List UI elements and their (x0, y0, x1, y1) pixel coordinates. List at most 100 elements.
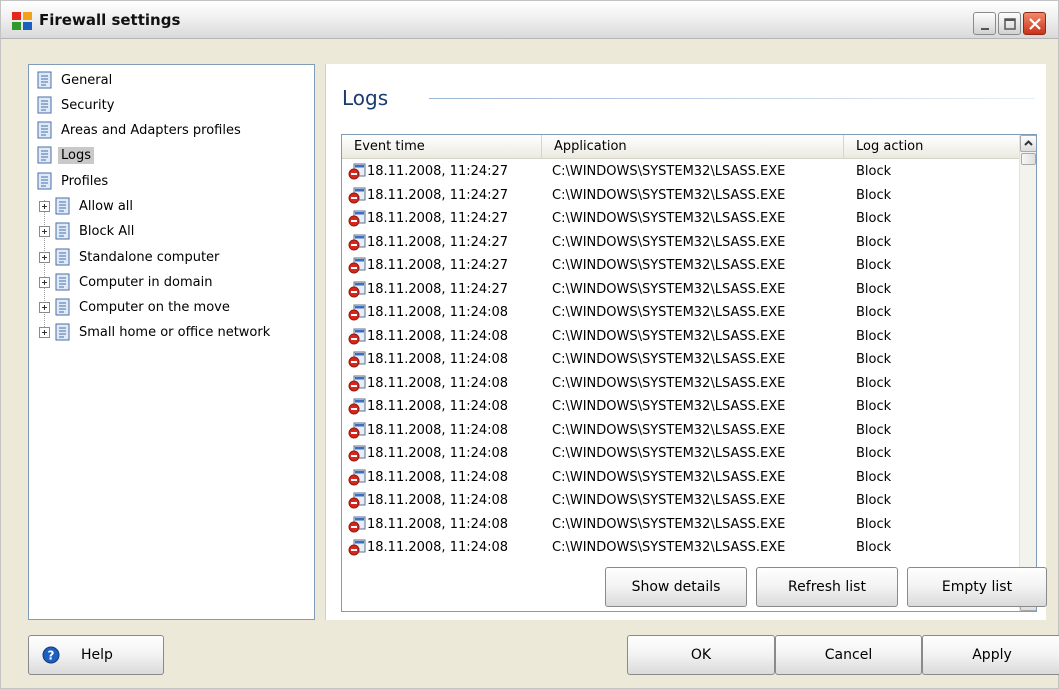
cell-log-action: Block (856, 375, 892, 391)
table-row[interactable]: 18.11.2008, 11:24:08 C:\WINDOWS\SYSTEM32\… (342, 301, 1020, 325)
maximize-button[interactable] (998, 12, 1021, 35)
table-row[interactable]: 18.11.2008, 11:24:27 C:\WINDOWS\SYSTEM32\… (342, 254, 1020, 278)
cell-event-time: 18.11.2008, 11:24:08 (342, 328, 542, 345)
close-button[interactable] (1023, 12, 1046, 35)
event-time-text: 18.11.2008, 11:24:08 (367, 540, 509, 556)
cell-application: C:\WINDOWS\SYSTEM32\LSASS.EXE (552, 493, 786, 509)
scroll-up-button[interactable] (1020, 135, 1036, 152)
cell-log-action: Block (856, 399, 892, 415)
tree-item-domain[interactable]: Computer in domain (39, 271, 212, 293)
help-label: Help (81, 647, 113, 663)
document-icon (37, 71, 52, 89)
cell-application: C:\WINDOWS\SYSTEM32\LSASS.EXE (552, 234, 786, 250)
column-header-application[interactable]: Application (542, 135, 844, 159)
table-row[interactable]: 18.11.2008, 11:24:27 C:\WINDOWS\SYSTEM32\… (342, 278, 1020, 302)
cell-event-time: 18.11.2008, 11:24:27 (342, 281, 542, 298)
cell-application: C:\WINDOWS\SYSTEM32\LSASS.EXE (552, 258, 786, 274)
block-log-icon (348, 351, 366, 368)
expand-icon[interactable] (39, 200, 50, 212)
apply-button[interactable]: Apply (922, 635, 1059, 675)
scroll-thumb[interactable] (1021, 153, 1036, 165)
block-log-icon (348, 163, 366, 180)
document-icon (55, 323, 70, 341)
tree-item-security[interactable]: Security (37, 94, 114, 116)
table-row[interactable]: 18.11.2008, 11:24:08 C:\WINDOWS\SYSTEM32\… (342, 419, 1020, 443)
cell-log-action: Block (856, 493, 892, 509)
tree-item-standalone[interactable]: Standalone computer (39, 246, 219, 268)
block-log-icon (348, 234, 366, 251)
table-row[interactable]: 18.11.2008, 11:24:08 C:\WINDOWS\SYSTEM32\… (342, 325, 1020, 349)
cell-application: C:\WINDOWS\SYSTEM32\LSASS.EXE (552, 540, 786, 556)
table-row[interactable]: 18.11.2008, 11:24:27 C:\WINDOWS\SYSTEM32\… (342, 184, 1020, 208)
event-time-text: 18.11.2008, 11:24:27 (367, 234, 509, 250)
avg-logo-icon (12, 12, 32, 30)
table-row[interactable]: 18.11.2008, 11:24:27 C:\WINDOWS\SYSTEM32\… (342, 207, 1020, 231)
chevron-up-icon (1024, 140, 1033, 146)
tree-item-general[interactable]: General (37, 69, 112, 91)
minimize-button[interactable] (973, 12, 996, 35)
tree-item-small-office[interactable]: Small home or office network (39, 321, 270, 343)
expand-icon[interactable] (39, 301, 50, 313)
tree-item-label: Computer in domain (79, 274, 213, 290)
cell-log-action: Block (856, 281, 892, 297)
table-row[interactable]: 18.11.2008, 11:24:08 C:\WINDOWS\SYSTEM32\… (342, 372, 1020, 396)
cell-log-action: Block (856, 187, 892, 203)
tree-item-areas-adapters[interactable]: Areas and Adapters profiles (37, 119, 241, 141)
firewall-settings-window: Firewall settings General Security Areas… (0, 0, 1059, 689)
expand-icon[interactable] (39, 251, 50, 263)
tree-item-profiles[interactable]: Profiles (37, 170, 108, 192)
block-log-icon (348, 304, 366, 321)
tree-item-label: Computer on the move (79, 299, 230, 315)
maximize-icon (1004, 18, 1016, 30)
expand-icon[interactable] (39, 225, 50, 237)
refresh-list-button[interactable]: Refresh list (756, 567, 898, 607)
cell-log-action: Block (856, 328, 892, 344)
title-bar[interactable]: Firewall settings (1, 1, 1058, 39)
tree-item-block-all[interactable]: Block All (39, 220, 134, 242)
cell-event-time: 18.11.2008, 11:24:08 (342, 422, 542, 439)
cell-application: C:\WINDOWS\SYSTEM32\LSASS.EXE (552, 399, 786, 415)
cell-application: C:\WINDOWS\SYSTEM32\LSASS.EXE (552, 281, 786, 297)
document-icon (55, 197, 70, 215)
cell-application: C:\WINDOWS\SYSTEM32\LSASS.EXE (552, 422, 786, 438)
logs-table[interactable]: Event time Application Log action 18.11.… (341, 134, 1037, 612)
tree-item-label: Standalone computer (79, 249, 220, 265)
table-row[interactable]: 18.11.2008, 11:24:08 C:\WINDOWS\SYSTEM32\… (342, 395, 1020, 419)
block-log-icon (348, 257, 366, 274)
ok-button[interactable]: OK (627, 635, 775, 675)
tree-item-label: Profiles (61, 173, 109, 189)
event-time-text: 18.11.2008, 11:24:27 (367, 281, 509, 297)
table-row[interactable]: 18.11.2008, 11:24:08 C:\WINDOWS\SYSTEM32\… (342, 442, 1020, 466)
block-log-icon (348, 281, 366, 298)
tree-item-label: Logs (58, 146, 94, 164)
cell-event-time: 18.11.2008, 11:24:08 (342, 351, 542, 368)
vertical-scrollbar[interactable] (1019, 135, 1036, 611)
tree-item-allow-all[interactable]: Allow all (39, 195, 133, 217)
cell-application: C:\WINDOWS\SYSTEM32\LSASS.EXE (552, 446, 786, 462)
navigation-tree: General Security Areas and Adapters prof… (28, 64, 315, 620)
column-header-log-action[interactable]: Log action (844, 135, 1020, 159)
cancel-button[interactable]: Cancel (775, 635, 922, 675)
table-row[interactable]: 18.11.2008, 11:24:08 C:\WINDOWS\SYSTEM32\… (342, 348, 1020, 372)
cell-log-action: Block (856, 352, 892, 368)
table-row[interactable]: 18.11.2008, 11:24:08 C:\WINDOWS\SYSTEM32\… (342, 489, 1020, 513)
table-row[interactable]: 18.11.2008, 11:24:08 C:\WINDOWS\SYSTEM32\… (342, 513, 1020, 537)
cell-log-action: Block (856, 164, 892, 180)
table-row[interactable]: 18.11.2008, 11:24:27 C:\WINDOWS\SYSTEM32\… (342, 231, 1020, 255)
empty-list-button[interactable]: Empty list (907, 567, 1047, 607)
tree-item-logs[interactable]: Logs (37, 144, 94, 166)
panel-splitter[interactable] (315, 64, 325, 620)
expand-icon[interactable] (39, 326, 50, 338)
table-row[interactable]: 18.11.2008, 11:24:27 C:\WINDOWS\SYSTEM32\… (342, 160, 1020, 184)
table-row[interactable]: 18.11.2008, 11:24:08 C:\WINDOWS\SYSTEM32\… (342, 536, 1020, 560)
tree-item-on-the-move[interactable]: Computer on the move (39, 296, 230, 318)
cell-log-action: Block (856, 446, 892, 462)
help-button[interactable]: ? Help (28, 635, 164, 675)
column-header-event-time[interactable]: Event time (342, 135, 542, 159)
tree-item-label: General (61, 72, 113, 88)
show-details-button[interactable]: Show details (605, 567, 747, 607)
block-log-icon (348, 469, 366, 486)
expand-icon[interactable] (39, 276, 50, 288)
cell-event-time: 18.11.2008, 11:24:08 (342, 469, 542, 486)
table-row[interactable]: 18.11.2008, 11:24:08 C:\WINDOWS\SYSTEM32\… (342, 466, 1020, 490)
